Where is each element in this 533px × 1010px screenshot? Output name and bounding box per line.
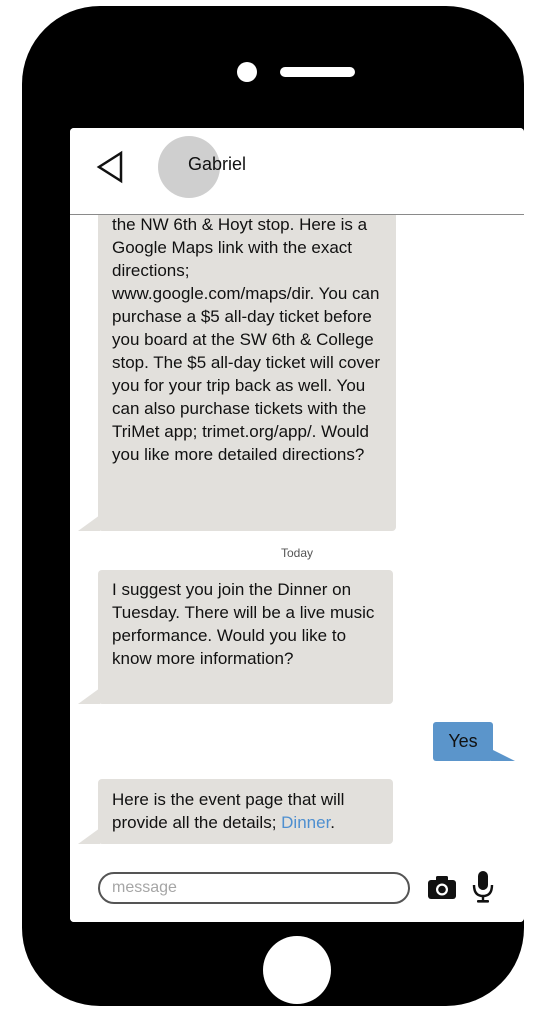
camera-icon[interactable] <box>427 874 457 900</box>
earpiece-speaker <box>280 67 355 77</box>
front-camera <box>237 62 257 82</box>
phone-frame: Gabriel the NW 6th & Hoyt stop. Here is … <box>22 6 524 1006</box>
incoming-message: Here is the event page that will provide… <box>78 779 393 844</box>
outgoing-message: Yes <box>433 722 515 761</box>
message-input[interactable] <box>98 872 410 904</box>
message-text: Yes <box>448 731 478 751</box>
timestamp: Today <box>280 546 314 560</box>
message-trailing-text: . <box>330 813 336 832</box>
phone-screen: Gabriel the NW 6th & Hoyt stop. Here is … <box>70 128 524 922</box>
back-triangle-icon[interactable] <box>96 150 124 184</box>
home-button[interactable] <box>263 936 331 1004</box>
chat-header: Gabriel <box>70 128 524 215</box>
message-list[interactable]: the NW 6th & Hoyt stop. Here is a Google… <box>70 214 524 862</box>
dinner-link[interactable]: Dinner <box>281 813 330 832</box>
incoming-message: the NW 6th & Hoyt stop. Here is a Google… <box>78 214 396 531</box>
compose-bar <box>70 862 524 922</box>
contact-name: Gabriel <box>188 154 247 174</box>
message-text: the NW 6th & Hoyt stop. Here is a Google… <box>112 215 381 464</box>
message-text: I suggest you join the Dinner on Tuesday… <box>112 580 375 668</box>
incoming-message: I suggest you join the Dinner on Tuesday… <box>78 570 393 704</box>
microphone-icon[interactable] <box>472 870 494 904</box>
